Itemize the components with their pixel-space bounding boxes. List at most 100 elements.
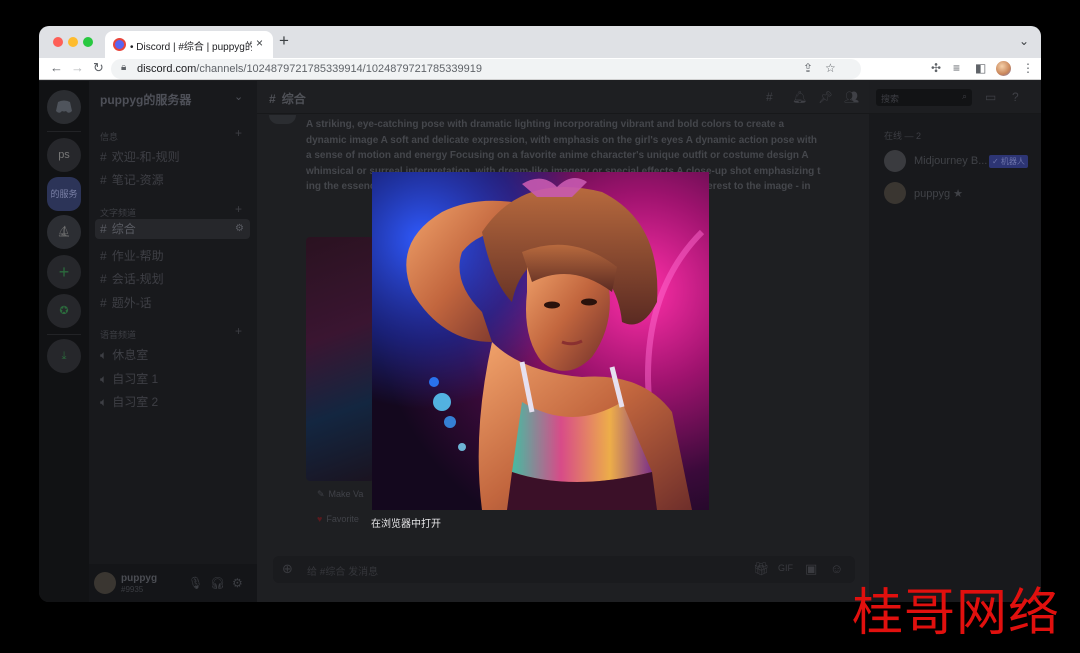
member-list-icon[interactable]: 👥︎ — [844, 90, 859, 104]
bell-icon[interactable]: 🔔︎ — [792, 90, 807, 104]
add-attachment-icon[interactable]: ⊕ — [282, 561, 293, 577]
extensions-puzzle-icon[interactable]: ✣ — [931, 61, 941, 75]
lock-icon: 🔒︎ — [121, 62, 127, 73]
minimize-window-button[interactable] — [68, 37, 78, 47]
tab-search-chevron-icon[interactable]: ⌄ — [1019, 34, 1029, 48]
channel-general[interactable]: # 综合 ⚙︎ — [95, 219, 250, 239]
kebab-menu-icon[interactable]: ⋮ — [1022, 61, 1034, 75]
user-name: puppyg — [121, 573, 158, 584]
side-panel-icon[interactable]: ◧ — [975, 61, 986, 75]
voice-channel-lounge[interactable]: 🔈︎ 休息室 — [100, 346, 148, 363]
hash-icon: # — [100, 272, 107, 286]
open-in-browser-link[interactable]: 在浏览器中打开 — [371, 515, 441, 530]
chevron-down-icon[interactable]: ⌄ — [234, 90, 243, 103]
threads-icon[interactable]: # — [766, 90, 773, 104]
rail-divider — [47, 334, 81, 335]
rail-divider — [47, 131, 81, 132]
download-apps-icon[interactable]: ⤓ — [47, 339, 81, 373]
tab-title: • Discord | #综合 | puppyg的服务器 — [130, 42, 252, 53]
media-control-icon[interactable]: ≡ — [953, 61, 960, 75]
gift-icon[interactable]: 🎁︎ — [753, 561, 770, 577]
discord-home-icon[interactable] — [47, 90, 81, 124]
watermark-text: 桂哥网络 — [852, 584, 1061, 643]
help-icon[interactable]: ? — [1012, 90, 1019, 104]
maximize-window-button[interactable] — [83, 37, 93, 47]
close-window-button[interactable] — [53, 37, 63, 47]
server-sailboat-icon[interactable]: ⛵︎ — [47, 215, 81, 249]
add-channel-plus-icon[interactable]: + — [235, 324, 242, 338]
discord-favicon-icon — [113, 38, 126, 51]
hash-icon: # — [269, 92, 276, 106]
member-list: 在线 — 2 Midjourney B... ✓ 机器人 puppyg ★ — [869, 114, 1041, 602]
tab-close-icon[interactable]: × — [256, 36, 263, 50]
avatar[interactable] — [94, 572, 116, 594]
category-voice-channels[interactable]: 语音频道 — [100, 328, 136, 341]
heart-icon: ♥ — [317, 514, 323, 524]
speaker-icon: 🔈︎ — [100, 348, 108, 362]
voice-channel-study-2[interactable]: 🔈︎ 自习室 2 — [100, 393, 158, 410]
make-variations-button[interactable]: ✎ Make Va — [317, 489, 363, 500]
sticker-icon[interactable]: ▣ — [805, 561, 817, 577]
bot-badge: ✓ 机器人 — [989, 155, 1028, 168]
profile-avatar-icon[interactable] — [996, 61, 1011, 76]
category-text-channels[interactable]: 文字频道 — [100, 206, 136, 219]
explore-compass-icon[interactable]: ✪ — [47, 294, 81, 328]
back-arrow-icon[interactable]: ← — [50, 60, 63, 75]
hash-icon: # — [100, 296, 107, 310]
share-icon[interactable]: ⇪ — [803, 61, 813, 75]
microphone-icon[interactable]: 🎙︎ — [188, 576, 203, 590]
channel-notes-resources[interactable]: # 笔记-资源 — [100, 171, 164, 188]
reload-icon[interactable]: ↻ — [93, 60, 104, 76]
server-rail: ps 的服务器 ⛵︎ + ✪ ⤓ — [39, 81, 89, 602]
message-input[interactable]: ⊕ 给 #综合 发消息 🎁︎ GIF ▣ ☺ — [273, 556, 855, 583]
gif-icon[interactable]: GIF — [778, 563, 793, 573]
channel-sidebar: puppyg的服务器 ⌄ 信息 + # 欢迎-和-规则 # 笔记-资源 文字频道 +… — [89, 81, 257, 602]
new-tab-button[interactable]: + — [279, 31, 289, 51]
guild-name[interactable]: puppyg的服务器 — [100, 91, 191, 108]
forward-arrow-icon[interactable]: → — [71, 60, 84, 75]
add-channel-plus-icon[interactable]: + — [235, 126, 242, 140]
pin-icon[interactable]: 📌︎ — [818, 90, 833, 104]
avatar[interactable] — [269, 115, 296, 124]
add-channel-plus-icon[interactable]: + — [235, 202, 242, 216]
bookmark-star-icon[interactable]: ☆ — [825, 61, 836, 75]
address-bar: ← → ↻ 🔒︎ discord.com/channels/1024879721… — [39, 58, 1041, 80]
magic-wand-icon: ✎ — [317, 489, 325, 499]
server-ps[interactable]: ps — [47, 138, 81, 172]
user-panel: puppyg #9935 🎙︎ 🎧︎ ⚙︎ — [89, 564, 257, 602]
speaker-icon: 🔈︎ — [100, 395, 108, 409]
hash-icon: # — [100, 249, 107, 263]
channel-homework-help[interactable]: # 作业-帮助 — [100, 247, 164, 264]
portrait-image — [372, 172, 709, 510]
member-puppyg[interactable]: puppyg ★ — [884, 182, 1034, 206]
lightbox-image[interactable] — [372, 172, 709, 510]
gear-icon[interactable]: ⚙︎ — [232, 576, 243, 590]
search-icon: ⌕ — [961, 91, 967, 101]
inbox-icon[interactable]: ▭ — [985, 90, 996, 104]
avatar — [884, 182, 906, 204]
emoji-icon[interactable]: ☺ — [830, 561, 843, 576]
headphones-icon[interactable]: 🎧︎ — [210, 576, 225, 590]
channel-off-topic[interactable]: # 题外-话 — [100, 294, 152, 311]
url-domain: discord.com — [137, 63, 197, 75]
server-puppyg[interactable]: 的服务器 — [47, 177, 81, 233]
channel-session-planning[interactable]: # 会话-规划 — [100, 270, 164, 287]
invite-and-settings-icon[interactable]: ⚙︎ — [235, 219, 244, 239]
browser-tab[interactable]: • Discord | #综合 | puppyg的服务器 × — [105, 31, 273, 58]
voice-channel-study-1[interactable]: 🔈︎ 自习室 1 — [100, 370, 158, 387]
search-input[interactable]: 搜索 ⌕ — [876, 89, 972, 106]
speaker-icon: 🔈︎ — [100, 372, 108, 386]
avatar — [884, 150, 906, 172]
tab-bar: • Discord | #综合 | puppyg的服务器 × + ⌄ — [39, 26, 1041, 58]
favorite-button[interactable]: ♥ Favorite — [317, 514, 359, 524]
user-tag: #9935 — [121, 585, 144, 594]
url-path: /channels/1024879721785339914/1024879721… — [196, 63, 482, 75]
members-online-heading: 在线 — 2 — [884, 131, 922, 141]
channel-header: # 综合 # 🔔︎ 📌︎ 👥︎ 搜索 ⌕ ▭ ? — [257, 81, 1041, 114]
url-field[interactable]: 🔒︎ discord.com/channels/1024879721785339… — [111, 59, 861, 79]
channel-welcome-rules[interactable]: # 欢迎-和-规则 — [100, 148, 180, 165]
member-midjourney-bot[interactable]: Midjourney B... ✓ 机器人 — [884, 150, 1034, 174]
message-image[interactable] — [306, 237, 374, 481]
add-server-button[interactable]: + — [47, 255, 81, 289]
category-info[interactable]: 信息 — [100, 130, 118, 143]
